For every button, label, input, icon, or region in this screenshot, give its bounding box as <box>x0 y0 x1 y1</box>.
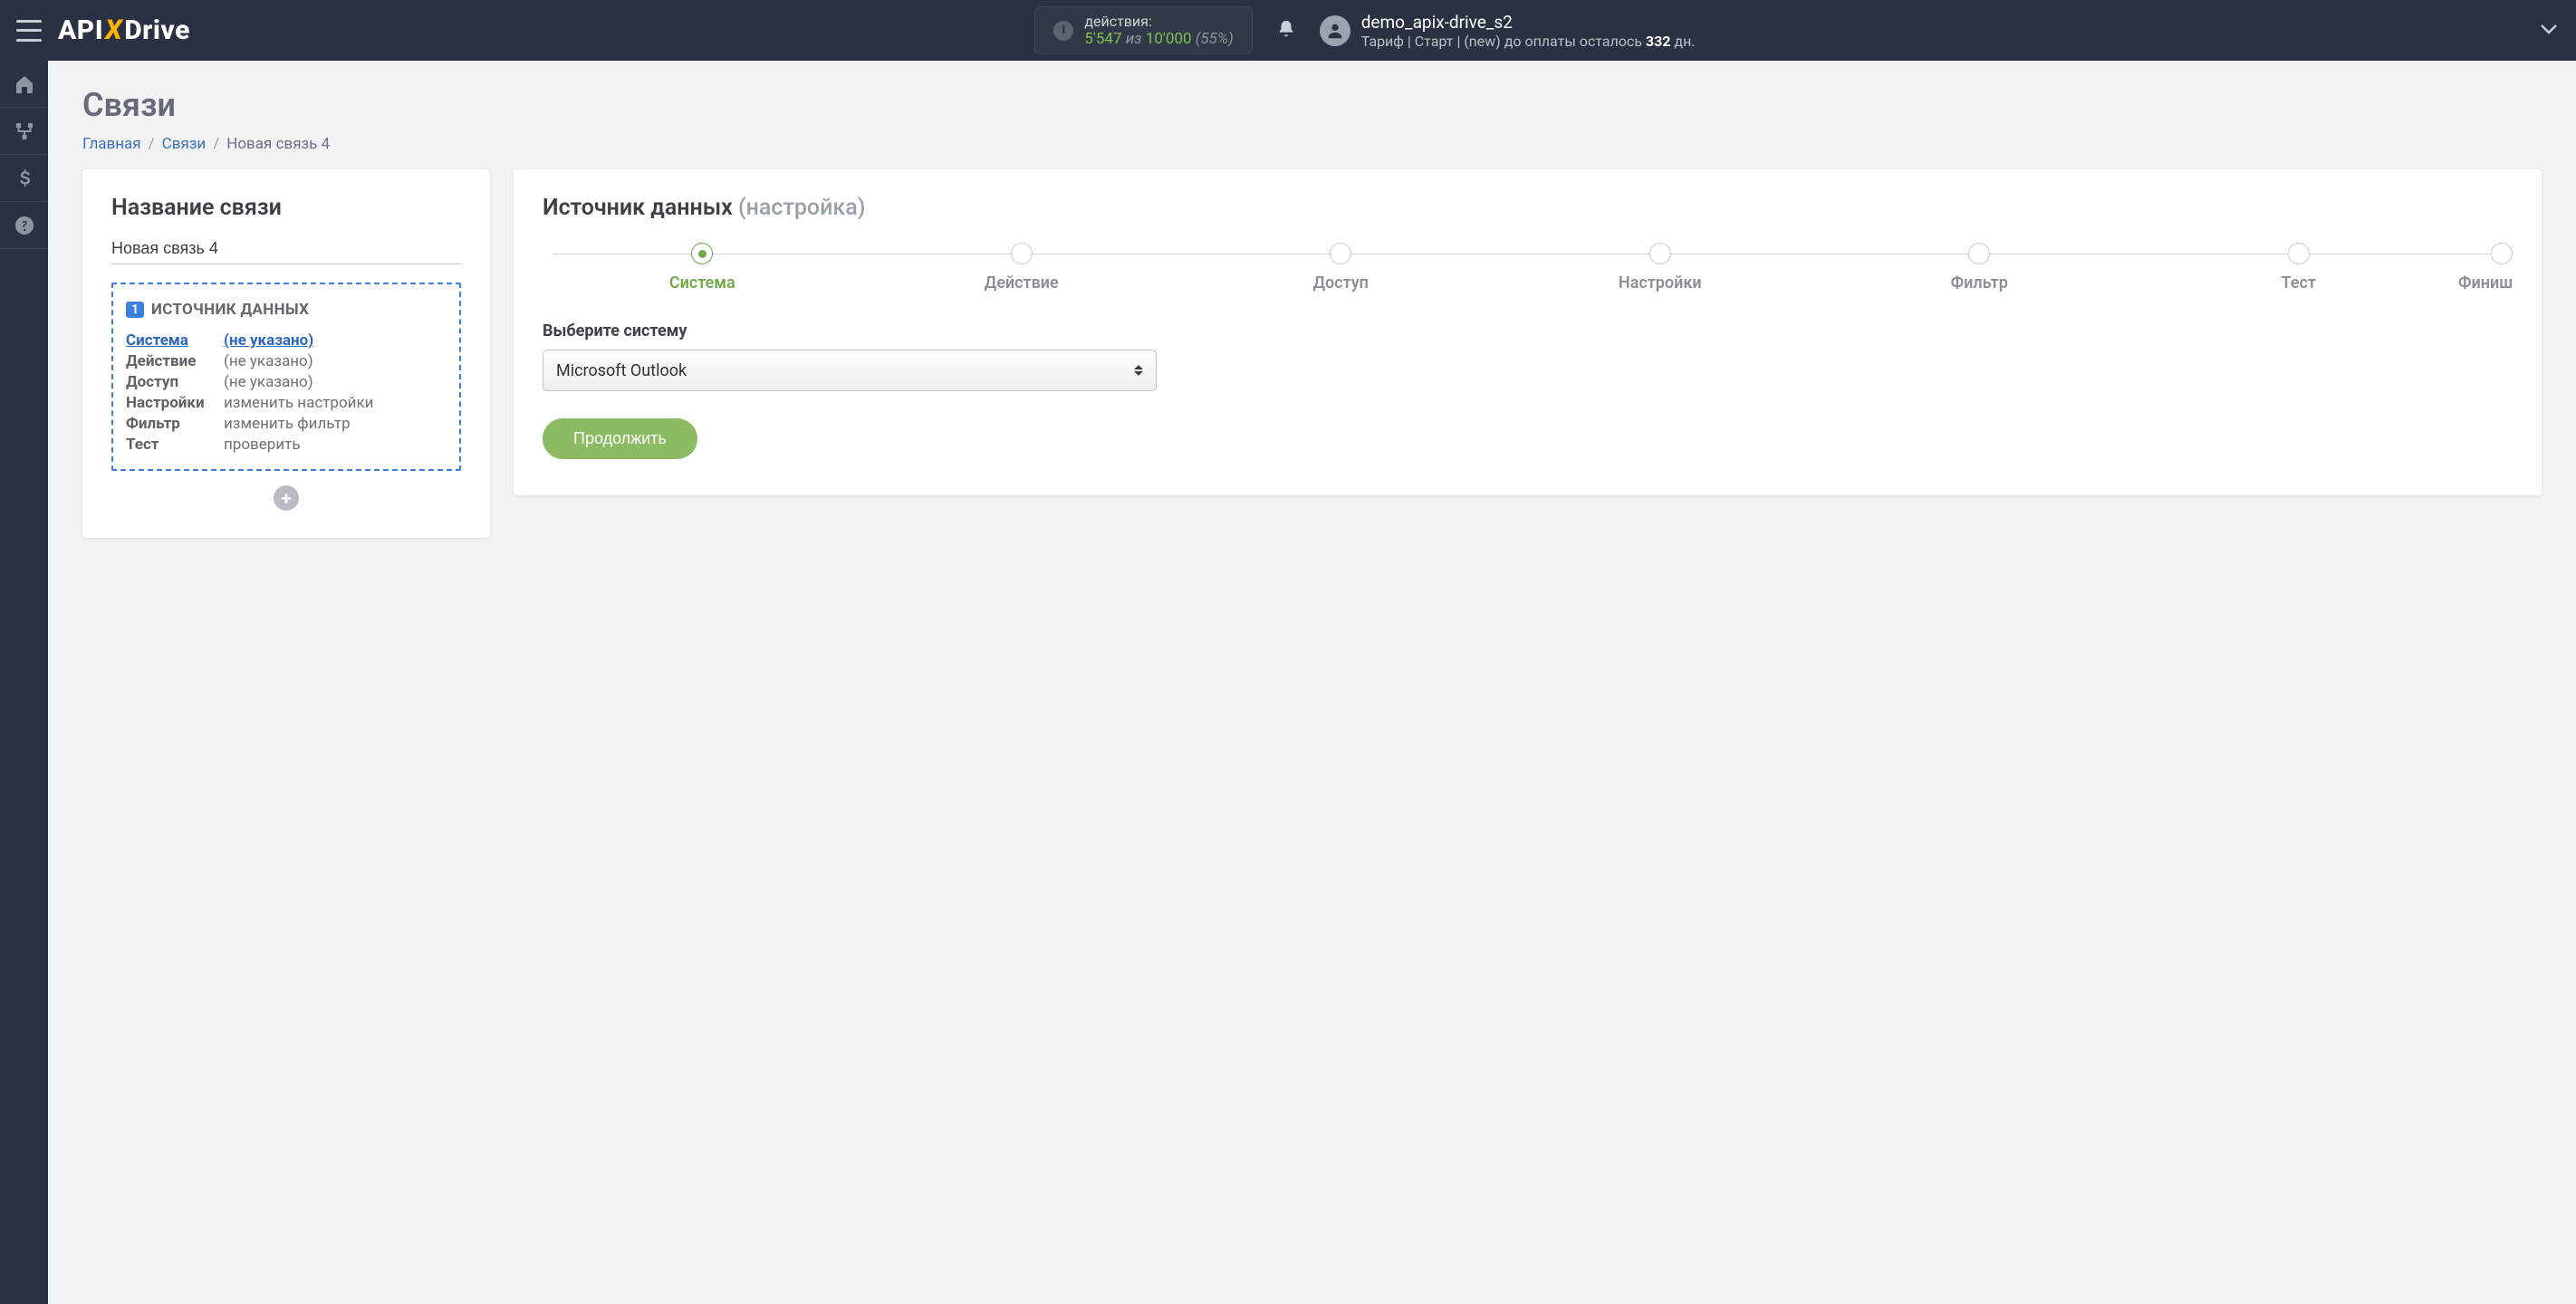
kv-value: (не указано) <box>224 331 313 350</box>
info-icon: i <box>1053 21 1073 41</box>
kv-value: проверить <box>224 436 301 454</box>
source-block: 1 ИСТОЧНИК ДАННЫХ Система(не указано)Дей… <box>111 283 461 471</box>
step-система[interactable]: Система <box>543 243 862 292</box>
card-data-source: Источник данных (настройка) Система Дейст… <box>514 169 2542 495</box>
nav-links[interactable] <box>0 108 48 155</box>
stepper: Система Действие Доступ Настройки Фильтр Тест… <box>543 243 2513 292</box>
step-label: Тест <box>2282 273 2316 292</box>
system-select[interactable]: Microsoft Outlook <box>543 350 1157 391</box>
step-circle <box>2288 243 2310 264</box>
kv-key: Настройки <box>126 394 224 412</box>
step-label: Система <box>669 273 735 292</box>
crumb-home[interactable]: Главная <box>82 135 141 153</box>
step-circle <box>2491 243 2513 264</box>
step-финиш[interactable]: Финиш <box>2458 243 2513 292</box>
main-content: Связи Главная/Связи/Новая связь 4 Назван… <box>48 61 2576 1304</box>
chevron-down-icon[interactable] <box>2540 22 2558 39</box>
step-тест[interactable]: Тест <box>2139 243 2459 292</box>
kv-row[interactable]: Настройкиизменить настройки <box>126 394 447 412</box>
connection-name-input[interactable] <box>111 235 461 264</box>
avatar-icon[interactable] <box>1320 15 1350 46</box>
card-connection-name: Название связи 1 ИСТОЧНИК ДАННЫХ Система… <box>82 169 490 538</box>
step-circle <box>1011 243 1033 264</box>
kv-key: Система <box>126 331 224 350</box>
kv-value: изменить настройки <box>224 394 373 412</box>
actions-badge[interactable]: i действия: 5'547 из 10'000 (55%) <box>1034 6 1252 54</box>
step-circle <box>1968 243 1990 264</box>
step-действие[interactable]: Действие <box>862 243 1182 292</box>
block-number: 1 <box>126 302 144 318</box>
kv-key: Действие <box>126 352 224 370</box>
kv-row[interactable]: Фильтризменить фильтр <box>126 415 447 433</box>
block-title: ИСТОЧНИК ДАННЫХ <box>151 301 309 319</box>
kv-row[interactable]: Тестпроверить <box>126 436 447 454</box>
breadcrumb: Главная/Связи/Новая связь 4 <box>82 135 2542 153</box>
step-label: Фильтр <box>1951 273 2008 292</box>
crumb-links[interactable]: Связи <box>162 135 207 153</box>
step-настройки[interactable]: Настройки <box>1501 243 1821 292</box>
kv-value: изменить фильтр <box>224 415 351 433</box>
step-circle <box>691 243 713 264</box>
step-circle <box>1330 243 1351 264</box>
step-label: Настройки <box>1619 273 1702 292</box>
page-title: Связи <box>82 86 2542 124</box>
kv-value: (не указано) <box>224 352 313 370</box>
step-фильтр[interactable]: Фильтр <box>1820 243 2139 292</box>
logo[interactable]: APIXDrive <box>58 14 190 46</box>
select-caret-icon <box>1134 365 1143 376</box>
continue-button[interactable]: Продолжить <box>543 418 697 459</box>
select-label: Выберите систему <box>543 321 2513 340</box>
nav-billing[interactable] <box>0 155 48 202</box>
add-block-button[interactable]: + <box>274 485 299 511</box>
username: demo_apix-drive_s2 <box>1361 12 1696 33</box>
right-title: Источник данных (настройка) <box>543 195 2513 221</box>
left-title: Название связи <box>111 195 461 221</box>
kv-row[interactable]: Система(не указано) <box>126 331 447 350</box>
nav-home[interactable] <box>0 61 48 108</box>
kv-key: Фильтр <box>126 415 224 433</box>
step-label: Доступ <box>1313 273 1369 292</box>
nav-help[interactable] <box>0 202 48 249</box>
kv-key: Доступ <box>126 373 224 391</box>
step-label: Финиш <box>2458 273 2513 292</box>
kv-row[interactable]: Действие(не указано) <box>126 352 447 370</box>
step-доступ[interactable]: Доступ <box>1181 243 1501 292</box>
kv-value: (не указано) <box>224 373 313 391</box>
menu-icon[interactable] <box>16 20 42 42</box>
select-value: Microsoft Outlook <box>556 361 687 380</box>
top-bar: APIXDrive i действия: 5'547 из 10'000 (5… <box>0 0 2576 61</box>
actions-label: действия: <box>1084 13 1233 30</box>
actions-numbers: 5'547 из 10'000 (55%) <box>1084 30 1233 48</box>
kv-key: Тест <box>126 436 224 454</box>
step-label: Действие <box>985 273 1059 292</box>
tariff-line: Тариф | Старт | (new) до оплаты осталось… <box>1361 33 1696 50</box>
bell-icon[interactable] <box>1276 18 1296 43</box>
crumb-current: Новая связь 4 <box>226 135 330 153</box>
kv-row[interactable]: Доступ(не указано) <box>126 373 447 391</box>
step-circle <box>1649 243 1671 264</box>
side-nav <box>0 61 48 1304</box>
user-block[interactable]: demo_apix-drive_s2 Тариф | Старт | (new)… <box>1361 12 1696 50</box>
